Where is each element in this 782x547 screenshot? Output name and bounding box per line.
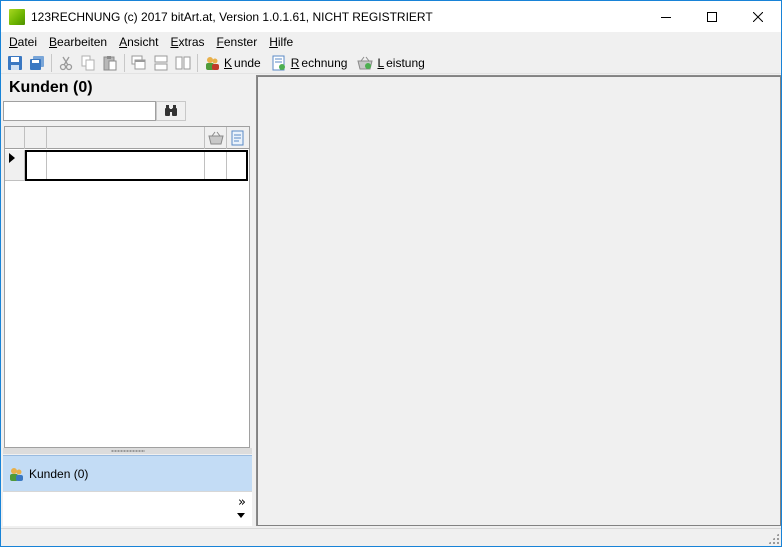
save-button[interactable] xyxy=(4,53,26,73)
menu-hilfe[interactable]: Hilfe xyxy=(263,32,299,52)
leistung-label: Leistung xyxy=(377,55,425,70)
minimize-button[interactable] xyxy=(643,1,689,32)
invoice-icon xyxy=(231,130,244,146)
app-window: 123RECHNUNG (c) 2017 bitArt.at, Version … xyxy=(0,0,782,547)
search-input[interactable] xyxy=(3,101,156,121)
cascade-icon xyxy=(131,55,146,69)
customers-grid[interactable] xyxy=(4,126,250,448)
table-cell[interactable] xyxy=(47,152,205,179)
chevron-double-right-icon[interactable]: » xyxy=(238,496,246,509)
toolbar-separator xyxy=(51,53,52,72)
chevron-down-icon[interactable] xyxy=(237,513,245,518)
paste-button[interactable] xyxy=(99,53,121,73)
save-icon xyxy=(8,55,22,70)
grid-header-invoice[interactable] xyxy=(227,127,249,149)
app-logo-icon xyxy=(9,8,25,25)
table-cell[interactable] xyxy=(205,152,227,179)
minimize-icon xyxy=(661,16,671,18)
copy-button[interactable] xyxy=(77,53,99,73)
toolbar-separator xyxy=(197,53,198,72)
workspace-inner xyxy=(257,76,781,526)
rechnung-button[interactable]: Rechnung xyxy=(268,53,351,73)
maximize-icon xyxy=(707,11,717,22)
splitter-grip-icon xyxy=(110,450,145,452)
nav-item-kunden[interactable]: Kunden (0) xyxy=(3,455,252,491)
grid-header xyxy=(5,127,249,149)
basket-icon xyxy=(207,131,224,145)
navigation-pane-footer: » xyxy=(3,491,252,526)
table-row[interactable] xyxy=(5,150,249,181)
row-indicator xyxy=(5,150,25,181)
menu-fenster[interactable]: Fenster xyxy=(211,32,264,52)
tile-vertical-button[interactable] xyxy=(172,53,194,73)
menu-bar: Datei Bearbeiten Ansicht Extras Fenster … xyxy=(1,32,781,52)
customers-icon xyxy=(10,467,23,481)
menu-bearbeiten[interactable]: Bearbeiten xyxy=(43,32,113,52)
save-all-icon xyxy=(30,55,44,70)
close-button[interactable] xyxy=(735,1,781,32)
menu-extras[interactable]: Extras xyxy=(164,32,210,52)
rechnung-label: Rechnung xyxy=(290,55,348,70)
invoice-icon xyxy=(272,55,285,70)
grid-header-column[interactable] xyxy=(47,127,205,149)
current-row-arrow-icon xyxy=(9,153,15,163)
search-button[interactable] xyxy=(156,101,186,121)
row-cells[interactable] xyxy=(25,150,248,181)
cut-button[interactable] xyxy=(55,53,77,73)
nav-item-label: Kunden (0) xyxy=(29,466,89,481)
panel-splitter[interactable] xyxy=(3,448,252,454)
panel-title: Kunden (0) xyxy=(9,79,93,96)
customers-icon xyxy=(206,56,219,70)
binoculars-icon xyxy=(165,105,177,116)
scissors-icon xyxy=(59,56,73,70)
tile-vertical-icon xyxy=(175,56,191,69)
menu-ansicht[interactable]: Ansicht xyxy=(113,32,164,52)
cascade-windows-button[interactable] xyxy=(128,53,150,73)
close-icon xyxy=(753,11,763,22)
save-all-button[interactable] xyxy=(26,53,48,73)
toolbar-separator xyxy=(124,53,125,72)
menu-datei[interactable]: Datei xyxy=(3,32,43,52)
grid-header-indicator xyxy=(5,127,25,149)
maximize-button[interactable] xyxy=(689,1,735,32)
grid-header-basket[interactable] xyxy=(205,127,227,149)
kunde-label: Kunde xyxy=(224,55,261,70)
leistung-button[interactable]: Leistung xyxy=(354,53,427,73)
paste-icon xyxy=(103,55,117,70)
caption-buttons xyxy=(643,1,781,32)
window-title: 123RECHNUNG (c) 2017 bitArt.at, Version … xyxy=(31,9,433,24)
copy-icon xyxy=(81,55,95,70)
resize-grip-icon[interactable] xyxy=(768,533,779,544)
workspace-area xyxy=(256,75,781,526)
toolbar: Kunde Rechnung Leistung xyxy=(1,52,781,74)
service-basket-icon xyxy=(357,56,374,69)
table-cell[interactable] xyxy=(27,152,47,179)
grid-header-column[interactable] xyxy=(25,127,47,149)
tile-horizontal-button[interactable] xyxy=(150,53,172,73)
status-bar xyxy=(1,528,781,546)
customers-panel: Kunden (0) Kunden (0) » xyxy=(3,75,252,526)
kunde-button[interactable]: Kunde xyxy=(201,53,264,73)
tile-horizontal-icon xyxy=(154,55,168,70)
title-bar[interactable]: 123RECHNUNG (c) 2017 bitArt.at, Version … xyxy=(1,1,781,32)
